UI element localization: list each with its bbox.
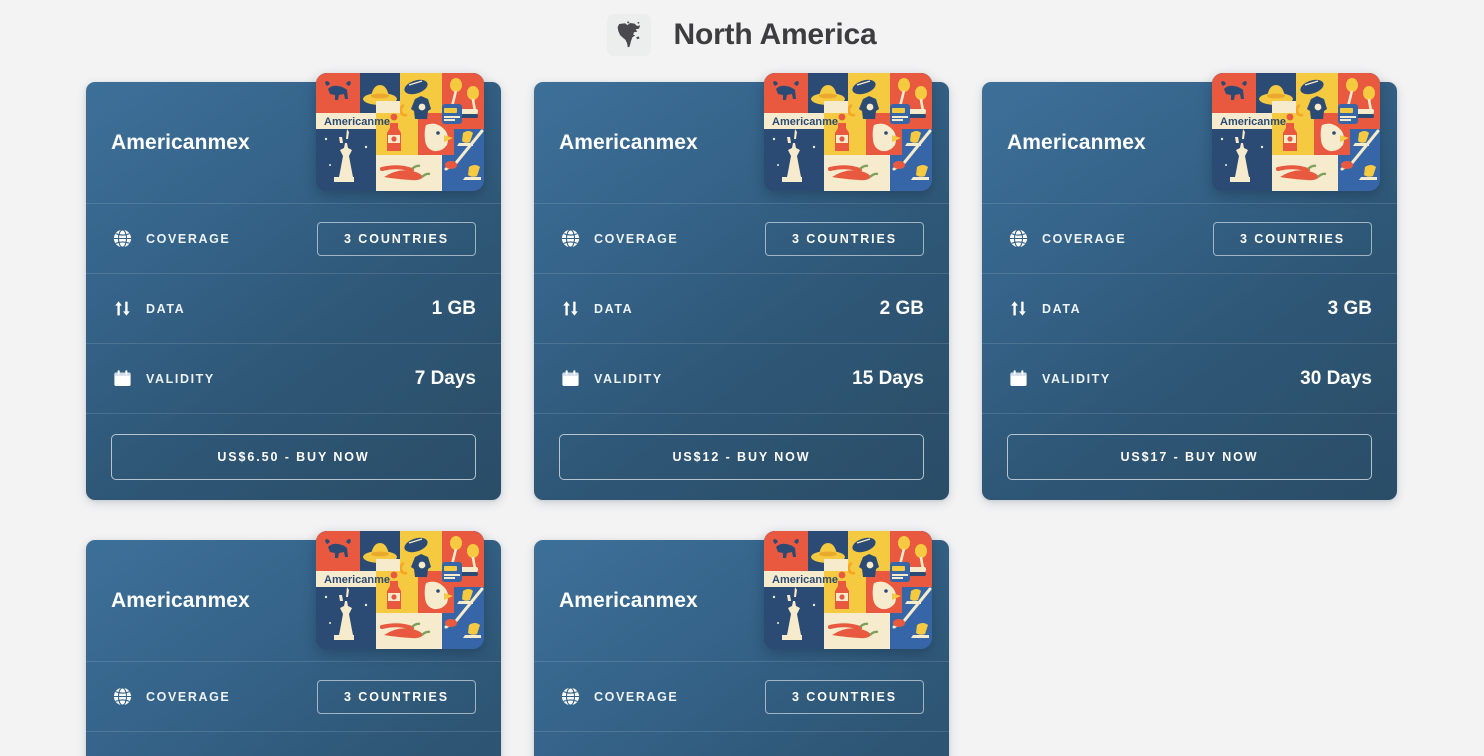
svg-text:Americanmex: Americanmex	[324, 574, 397, 586]
calendar-icon	[111, 368, 133, 390]
validity-label: VALIDITY	[146, 371, 215, 386]
coverage-row: COVERAGE 3 COUNTRIES	[534, 662, 949, 732]
buy-now-button[interactable]: US$6.50 - BUY NOW	[111, 434, 476, 480]
coverage-row: COVERAGE 3 COUNTRIES	[86, 662, 501, 732]
plan-card[interactable]: Americanmex Americanmex COVERAGE 3 COUNT…	[534, 531, 949, 756]
validity-row: VALIDITY 30 Days	[982, 344, 1397, 414]
globe-icon	[111, 228, 133, 250]
coverage-value-pill[interactable]: 3 COUNTRIES	[1213, 221, 1372, 256]
validity-value: 7 Days	[414, 367, 476, 389]
north-america-map-icon	[607, 14, 652, 56]
svg-text:Americanmex: Americanmex	[772, 574, 845, 586]
svg-text:Americanmex: Americanmex	[1220, 116, 1293, 128]
plan-name: Americanmex	[559, 130, 698, 154]
plan-artwork-image: Americanmex	[764, 73, 932, 191]
buy-section: US$12 - BUY NOW	[534, 414, 949, 500]
calendar-icon	[559, 368, 581, 390]
globe-icon	[111, 686, 133, 708]
validity-label: VALIDITY	[594, 371, 663, 386]
plan-card[interactable]: Americanmex Americanmex COVERAGE 3 COUNT…	[86, 531, 501, 756]
plan-name: Americanmex	[111, 130, 250, 154]
coverage-value-pill[interactable]: 3 COUNTRIES	[317, 679, 476, 714]
buy-now-button[interactable]: US$17 - BUY NOW	[1007, 434, 1372, 480]
data-transfer-arrows-icon	[1007, 298, 1029, 320]
coverage-value-pill[interactable]: 3 COUNTRIES	[317, 221, 476, 256]
buy-now-button[interactable]: US$12 - BUY NOW	[559, 434, 924, 480]
coverage-row: COVERAGE 3 COUNTRIES	[86, 204, 501, 274]
globe-icon	[1007, 228, 1029, 250]
data-label: DATA	[594, 301, 634, 316]
data-transfer-arrows-icon	[559, 298, 581, 320]
data-row: DATA 1 GB	[86, 274, 501, 344]
svg-text:Americanmex: Americanmex	[324, 116, 397, 128]
validity-value: 15 Days	[852, 367, 924, 389]
validity-row: VALIDITY 7 Days	[86, 344, 501, 414]
page-header: North America	[0, 0, 1484, 70]
plan-name: Americanmex	[111, 588, 250, 612]
data-value: 1 GB	[431, 297, 476, 319]
coverage-value-pill[interactable]: 3 COUNTRIES	[765, 679, 924, 714]
plan-card[interactable]: Americanmex Americanmex COVERAGE 3 COUNT…	[86, 73, 501, 500]
data-row: DATA 2 GB	[534, 274, 949, 344]
coverage-row: COVERAGE 3 COUNTRIES	[534, 204, 949, 274]
data-row: DATA 5 GB	[86, 732, 501, 756]
buy-section: US$17 - BUY NOW	[982, 414, 1397, 500]
validity-label: VALIDITY	[1042, 371, 1111, 386]
plan-name: Americanmex	[1007, 130, 1146, 154]
validity-row: VALIDITY 15 Days	[534, 344, 949, 414]
svg-text:Americanmex: Americanmex	[772, 116, 845, 128]
globe-icon	[559, 686, 581, 708]
data-label: DATA	[1042, 301, 1082, 316]
plan-artwork-image: Americanmex	[316, 73, 484, 191]
plan-artwork-image: Americanmex	[1212, 73, 1380, 191]
coverage-label: COVERAGE	[146, 231, 231, 246]
validity-value: 30 Days	[1300, 367, 1372, 389]
plan-artwork-image: Americanmex	[764, 531, 932, 649]
data-label: DATA	[146, 301, 186, 316]
data-value: 2 GB	[879, 297, 924, 319]
data-transfer-arrows-icon	[111, 298, 133, 320]
calendar-icon	[1007, 368, 1029, 390]
buy-section: US$6.50 - BUY NOW	[86, 414, 501, 500]
coverage-label: COVERAGE	[1042, 231, 1127, 246]
coverage-label: COVERAGE	[594, 689, 679, 704]
data-value: 3 GB	[1327, 297, 1372, 319]
coverage-label: COVERAGE	[146, 689, 231, 704]
plan-cards-grid: Americanmex Americanmex COVERAGE 3 COUNT…	[86, 70, 1398, 756]
page-title: North America	[673, 18, 877, 51]
data-row: DATA 10 GB	[534, 732, 949, 756]
plan-card[interactable]: Americanmex Americanmex COVERAGE 3 COUNT…	[982, 73, 1397, 500]
data-row: DATA 3 GB	[982, 274, 1397, 344]
coverage-label: COVERAGE	[594, 231, 679, 246]
plan-name: Americanmex	[559, 588, 698, 612]
plan-artwork-image: Americanmex	[316, 531, 484, 649]
coverage-value-pill[interactable]: 3 COUNTRIES	[765, 221, 924, 256]
coverage-row: COVERAGE 3 COUNTRIES	[982, 204, 1397, 274]
plan-card[interactable]: Americanmex Americanmex COVERAGE 3 COUNT…	[534, 73, 949, 500]
globe-icon	[559, 228, 581, 250]
